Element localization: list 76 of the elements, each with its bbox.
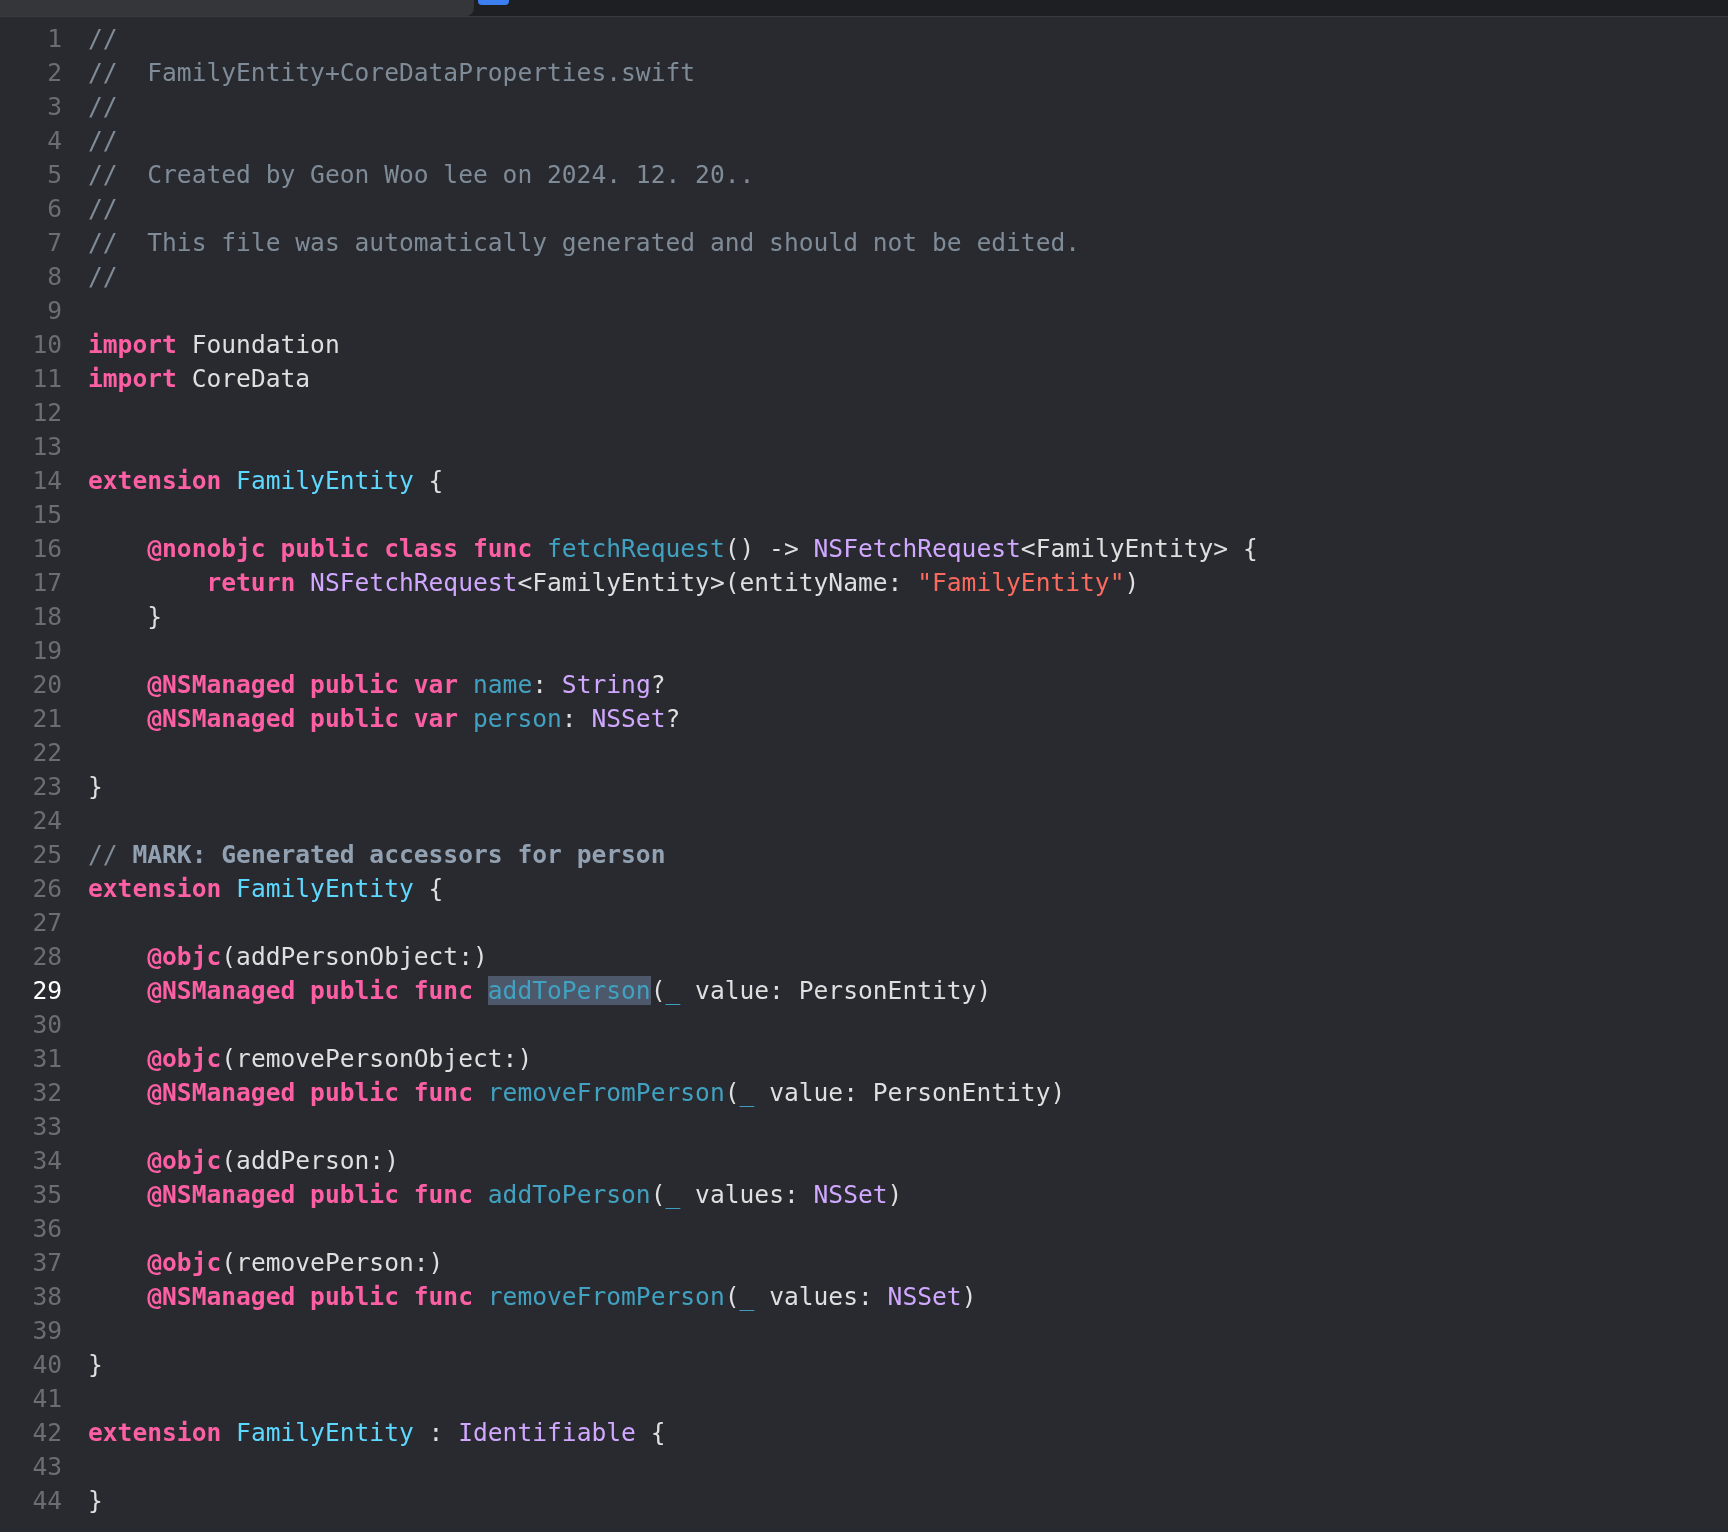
line-number: 37 <box>31 1247 62 1277</box>
line-number: 6 <box>46 193 62 223</box>
line-number: 33 <box>31 1111 62 1141</box>
line-number: 18 <box>31 601 62 631</box>
code-line: @objc(addPersonObject:) <box>146 941 488 971</box>
code-line: extension FamilyEntity { <box>88 465 444 495</box>
line-number: 4 <box>46 125 62 155</box>
code-line: return NSFetchRequest<FamilyEntity>(entityName: "FamilyEntity") <box>205 567 1140 597</box>
line-number: 27 <box>31 907 62 937</box>
line-number: 12 <box>31 397 62 427</box>
line-number: 15 <box>31 499 62 529</box>
line-number: 5 <box>46 159 62 189</box>
line-number: 36 <box>31 1213 62 1243</box>
line-number: 44 <box>31 1485 62 1515</box>
line-number: 10 <box>31 329 62 359</box>
code-line: } <box>88 1349 103 1379</box>
line-number: 21 <box>31 703 62 733</box>
code-line: // <box>88 91 118 121</box>
line-number: 31 <box>31 1043 62 1073</box>
line-number: 30 <box>31 1009 62 1039</box>
line-number: 40 <box>31 1349 62 1379</box>
code-line: @nonobjc public class func fetchRequest() -> NSFetchRequest<FamilyEntity> { <box>146 533 1258 563</box>
line-number: 1 <box>46 23 62 53</box>
code-line: @objc(removePersonObject:) <box>146 1043 533 1073</box>
code-line: // <box>88 193 118 223</box>
line-number: 23 <box>31 771 62 801</box>
line-number: 35 <box>31 1179 62 1209</box>
line-number: 17 <box>31 567 62 597</box>
line-number: 28 <box>31 941 62 971</box>
line-number: 9 <box>46 295 62 325</box>
tab-indicator <box>478 0 509 5</box>
code-line: @objc(addPerson:) <box>146 1145 399 1175</box>
code-line: // Created by Geon Woo lee on 2024. 12. 20.. <box>88 159 755 189</box>
line-number: 7 <box>46 227 62 257</box>
code-line: @NSManaged public func addToPerson(_ value: PersonEntity) <box>146 975 992 1005</box>
line-number: 14 <box>31 465 62 495</box>
line-number: 3 <box>46 91 62 121</box>
line-number: 8 <box>46 261 62 291</box>
code-line: extension FamilyEntity : Identifiable { <box>88 1417 666 1447</box>
code-line: import CoreData <box>88 363 311 393</box>
code-line: @NSManaged public var person: NSSet? <box>146 703 681 733</box>
line-number: 13 <box>31 431 62 461</box>
code-line: extension FamilyEntity { <box>88 873 444 903</box>
code-line: @NSManaged public var name: String? <box>146 669 666 699</box>
line-number: 43 <box>31 1451 62 1481</box>
code-line: // <box>88 23 118 53</box>
code-line: @NSManaged public func removeFromPerson(_ values: NSSet) <box>146 1281 977 1311</box>
line-number: 2 <box>46 57 62 87</box>
code-line: } <box>88 771 103 801</box>
code-line: @NSManaged public func removeFromPerson(_ value: PersonEntity) <box>146 1077 1066 1107</box>
code-line: // This file was automatically generated and should not be edited. <box>88 227 1081 257</box>
line-number: 39 <box>31 1315 62 1345</box>
line-number: 24 <box>31 805 62 835</box>
line-number: 19 <box>31 635 62 665</box>
code-line: // <box>88 261 118 291</box>
line-number: 29 <box>31 975 62 1005</box>
line-number: 25 <box>31 839 62 869</box>
code-line: @objc(removePerson:) <box>146 1247 444 1277</box>
line-number: 38 <box>31 1281 62 1311</box>
line-number: 41 <box>31 1383 62 1413</box>
code-line: import Foundation <box>88 329 340 359</box>
code-line: @NSManaged public func addToPerson(_ values: NSSet) <box>146 1179 903 1209</box>
line-number: 22 <box>31 737 62 767</box>
line-number: 42 <box>31 1417 62 1447</box>
line-number: 16 <box>31 533 62 563</box>
code-line: // MARK: Generated accessors for person <box>88 839 666 869</box>
line-number: 26 <box>31 873 62 903</box>
line-number: 32 <box>31 1077 62 1107</box>
line-number: 11 <box>31 363 62 393</box>
code-line: } <box>88 1485 103 1515</box>
code-line: // <box>88 125 118 155</box>
code-line: } <box>146 601 163 631</box>
editor-tab[interactable] <box>0 0 474 16</box>
code-line: // FamilyEntity+CoreDataProperties.swift <box>88 57 696 87</box>
line-number: 20 <box>31 669 62 699</box>
line-number: 34 <box>31 1145 62 1175</box>
